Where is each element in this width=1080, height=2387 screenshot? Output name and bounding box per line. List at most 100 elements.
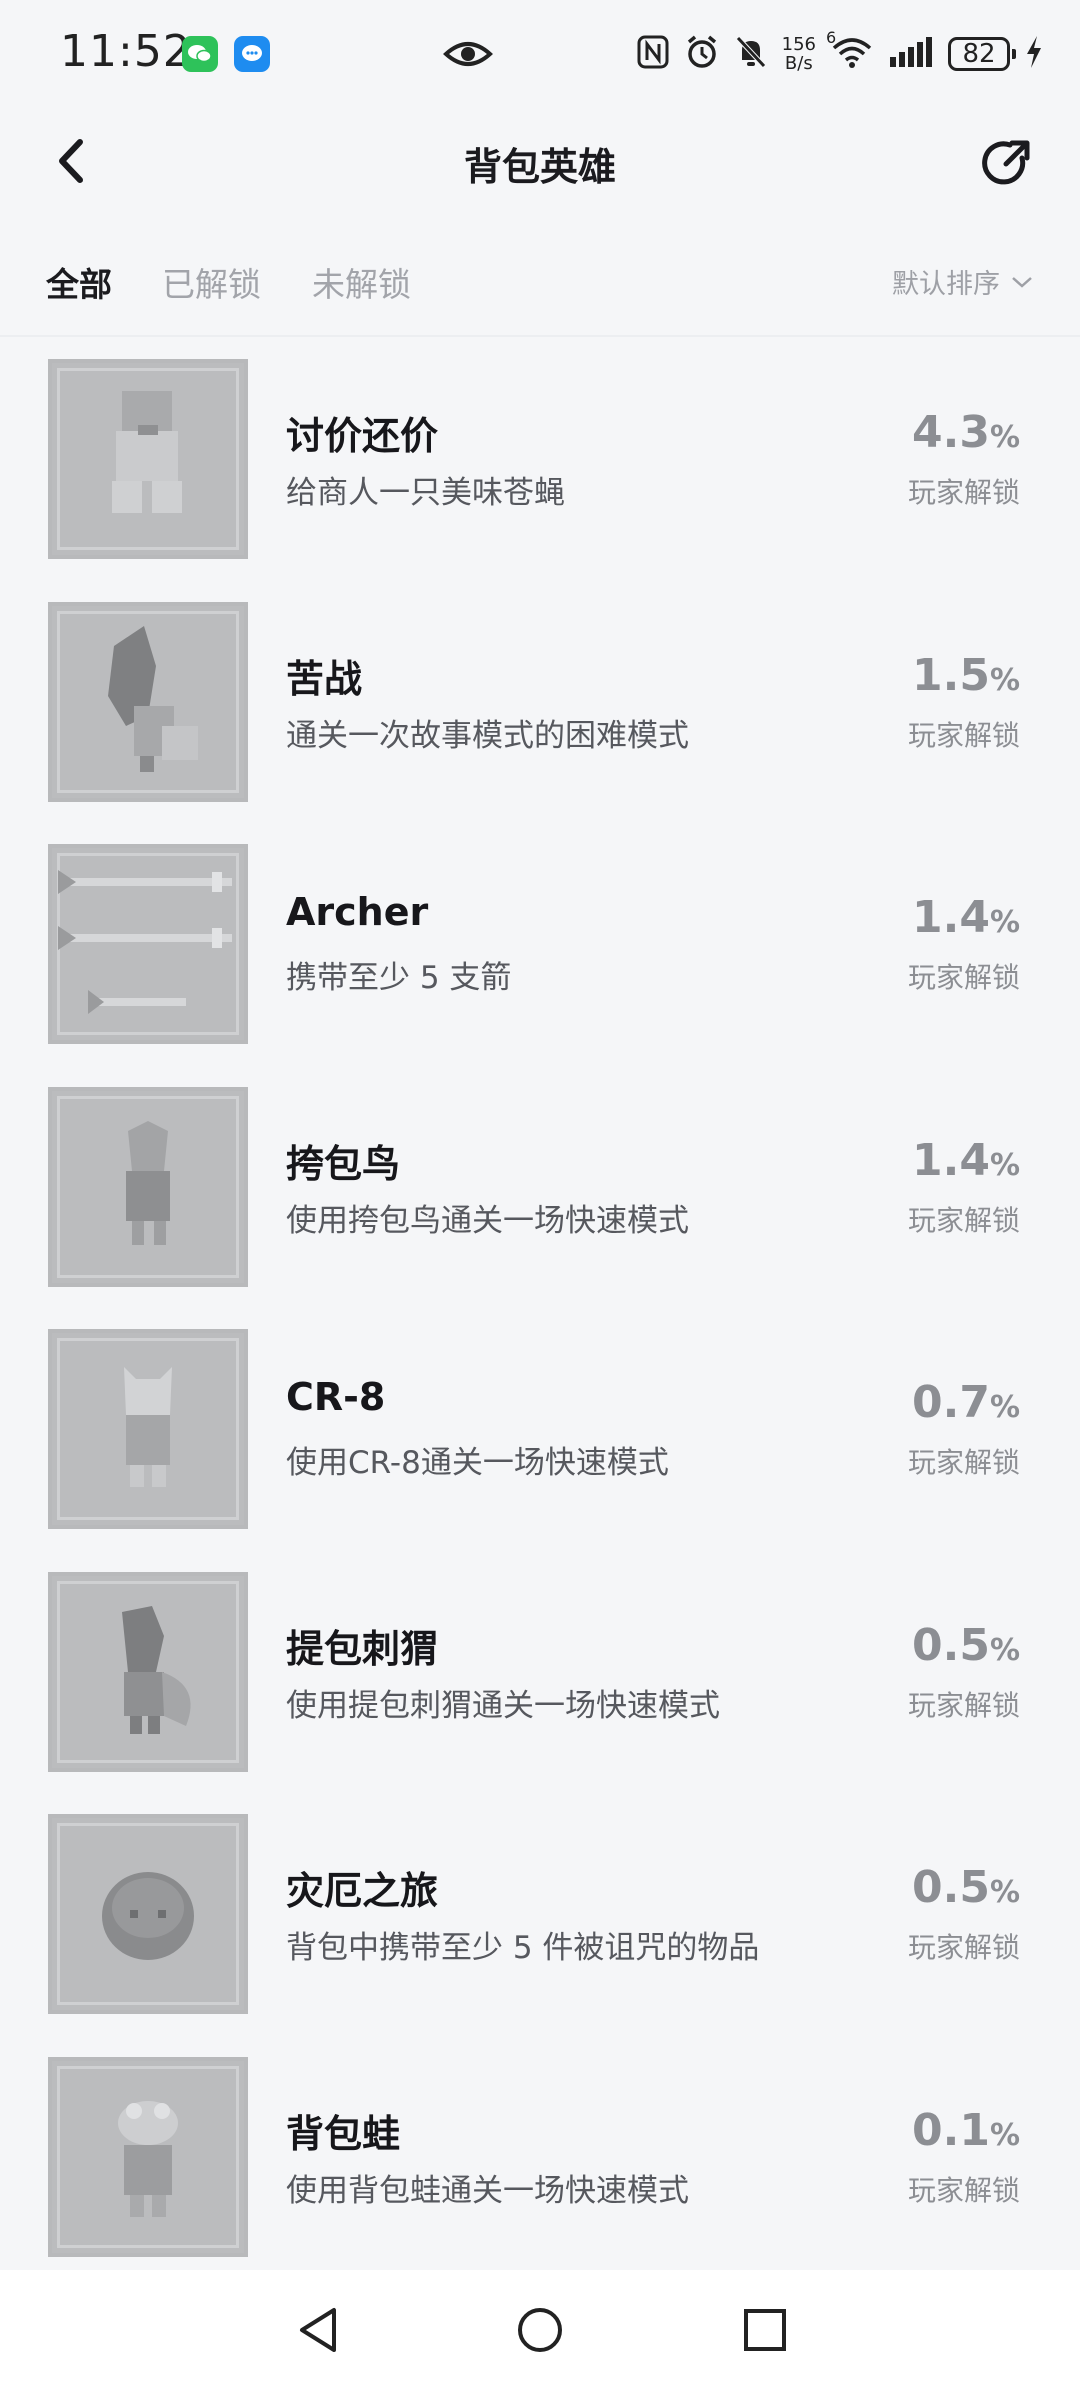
unlock-percentage: 0.5% bbox=[912, 1620, 1020, 1671]
bird-sprite-icon bbox=[126, 1120, 170, 1245]
achievement-title: 挎包鸟 bbox=[286, 1141, 401, 1186]
achievement-thumbnail bbox=[48, 1329, 248, 1529]
achievement-description: 使用挎包鸟通关一场快速模式 bbox=[286, 1202, 689, 1239]
tab-locked[interactable]: 未解锁 bbox=[312, 258, 411, 306]
achievement-row[interactable]: Archer 携带至少 5 支箭 1.4% 玩家解锁 bbox=[0, 840, 1080, 1083]
achievement-title: Archer bbox=[286, 890, 429, 934]
cursed-blob-sprite-icon bbox=[102, 1872, 194, 1960]
unlock-label: 玩家解锁 bbox=[907, 476, 1020, 509]
status-bar: 11:52 156 B/s 6 82 bbox=[0, 0, 1080, 108]
share-icon bbox=[982, 140, 1030, 185]
achievement-thumbnail bbox=[48, 1814, 248, 2014]
share-button[interactable] bbox=[972, 128, 1042, 198]
achievement-thumbnail bbox=[48, 844, 248, 1044]
signal-icon bbox=[888, 35, 934, 73]
unlock-percentage: 4.3% bbox=[912, 407, 1020, 458]
achievement-title: 苦战 bbox=[286, 656, 363, 701]
tab-all[interactable]: 全部 bbox=[46, 258, 112, 306]
achievement-title: 灾厄之旅 bbox=[286, 1869, 439, 1913]
unlock-label: 玩家解锁 bbox=[907, 718, 1020, 752]
nfc-icon bbox=[636, 34, 670, 74]
achievement-thumbnail bbox=[48, 1571, 248, 1772]
arrows-sprite-icon bbox=[58, 870, 232, 1014]
achievement-description: 使用提包刺猬通关一场快速模式 bbox=[286, 1687, 720, 1724]
charging-icon bbox=[1024, 34, 1044, 74]
achievement-row[interactable]: 讨价还价 给商人一只美味苍蝇 4.3% 玩家解锁 bbox=[0, 355, 1080, 598]
achievement-description: 给商人一只美味苍蝇 bbox=[286, 475, 565, 511]
achievement-row[interactable]: CR-8 使用CR-8通关一场快速模式 0.7% 玩家解锁 bbox=[0, 1325, 1080, 1568]
percent-sign: % bbox=[989, 420, 1020, 455]
warrior-sprite-icon bbox=[108, 625, 198, 772]
achievement-row[interactable]: 背包蛙 使用背包蛙通关一场快速模式 0.1% 玩家解锁 bbox=[0, 2053, 1080, 2296]
unlock-label: 玩家解锁 bbox=[907, 1688, 1020, 1722]
achievement-thumbnail bbox=[48, 1086, 248, 1287]
wifi-icon: 6 bbox=[826, 28, 874, 74]
achievement-row[interactable]: 苦战 通关一次故事模式的困难模式 1.5% 玩家解锁 bbox=[0, 598, 1080, 841]
app-header: 背包英雄 bbox=[0, 108, 1080, 214]
clock: 11:52 bbox=[60, 26, 192, 77]
unlock-percentage: 0.5% bbox=[912, 1862, 1020, 1913]
wifi-badge: 6 bbox=[826, 28, 837, 47]
achievement-row[interactable]: 挎包鸟 使用挎包鸟通关一场快速模式 1.4% 玩家解锁 bbox=[0, 1083, 1080, 1326]
circle-home-icon bbox=[518, 2308, 562, 2352]
net-speed: 156 B/s bbox=[782, 35, 816, 73]
achievement-description: 使用背包蛙通关一场快速模式 bbox=[286, 2172, 689, 2209]
percent-sign: % bbox=[989, 662, 1020, 698]
achievement-thumbnail bbox=[48, 601, 248, 802]
achievement-description: 携带至少 5 支箭 bbox=[286, 960, 512, 996]
merchant-sprite-icon bbox=[112, 391, 182, 513]
battery-icon: 82 bbox=[948, 37, 1016, 71]
nav-home-button[interactable] bbox=[510, 2300, 570, 2360]
unlock-percentage: 1.4% bbox=[912, 892, 1020, 943]
tab-unlocked[interactable]: 已解锁 bbox=[162, 258, 261, 306]
frog-sprite-icon bbox=[118, 2100, 178, 2217]
achievement-description: 通关一次故事模式的困难模式 bbox=[286, 717, 689, 754]
achievement-list: 讨价还价 给商人一只美味苍蝇 4.3% 玩家解锁 苦战 通关一次故事模式的困难模… bbox=[0, 355, 1080, 2295]
filter-tabs: 全部 已解锁 未解锁 默认排序 bbox=[0, 240, 1080, 320]
percent-value: 4.3 bbox=[911, 407, 990, 458]
unlock-label: 玩家解锁 bbox=[907, 1931, 1020, 1964]
mute-icon bbox=[734, 34, 768, 74]
chevron-down-icon bbox=[1012, 276, 1032, 288]
percent-sign: % bbox=[989, 1875, 1020, 1910]
square-recents-icon bbox=[744, 2309, 786, 2351]
unlock-label: 玩家解锁 bbox=[907, 1446, 1020, 1479]
net-speed-value: 156 bbox=[781, 34, 816, 55]
achievement-row[interactable]: 提包刺猬 使用提包刺猬通关一场快速模式 0.5% 玩家解锁 bbox=[0, 1568, 1080, 1811]
percent-sign: % bbox=[989, 905, 1020, 940]
nav-back-button[interactable] bbox=[290, 2300, 350, 2360]
unlock-percentage: 1.5% bbox=[912, 650, 1020, 701]
divider bbox=[0, 335, 1080, 337]
achievement-description: 背包中携带至少 5 件被诅咒的物品 bbox=[286, 1930, 760, 1966]
status-icons: 156 B/s 6 82 bbox=[636, 28, 1044, 78]
percent-value: 0.7 bbox=[911, 1377, 990, 1428]
percent-value: 0.5 bbox=[911, 1862, 990, 1913]
percent-sign: % bbox=[989, 1147, 1020, 1183]
achievement-title: CR-8 bbox=[286, 1375, 386, 1419]
unlock-percentage: 0.1% bbox=[912, 2105, 1020, 2156]
system-nav-bar bbox=[0, 2270, 1080, 2387]
hedgehog-sprite-icon bbox=[122, 1605, 191, 1734]
percent-value: 1.4 bbox=[911, 1134, 990, 1186]
page-title: 背包英雄 bbox=[463, 145, 616, 189]
sort-label: 默认排序 bbox=[892, 269, 1000, 300]
unlock-percentage: 0.7% bbox=[912, 1377, 1020, 1428]
percent-value: 1.5 bbox=[911, 649, 990, 701]
achievement-row[interactable]: 灾厄之旅 背包中携带至少 5 件被诅咒的物品 0.5% 玩家解锁 bbox=[0, 1810, 1080, 2053]
percent-sign: % bbox=[989, 2117, 1020, 2153]
unlock-label: 玩家解锁 bbox=[907, 2173, 1020, 2207]
unlock-percentage: 1.4% bbox=[912, 1135, 1020, 1186]
alarm-icon bbox=[684, 34, 720, 74]
wechat-icon bbox=[182, 36, 218, 72]
sort-dropdown[interactable]: 默认排序 bbox=[892, 262, 1034, 301]
percent-value: 0.1 bbox=[911, 2104, 990, 2156]
achievement-thumbnail bbox=[48, 2056, 248, 2257]
achievement-description: 使用CR-8通关一场快速模式 bbox=[286, 1445, 669, 1481]
percent-sign: % bbox=[989, 1632, 1020, 1668]
message-icon bbox=[234, 36, 270, 72]
achievement-thumbnail bbox=[48, 359, 248, 559]
nav-recents-button[interactable] bbox=[735, 2300, 795, 2360]
net-speed-unit: B/s bbox=[784, 53, 813, 74]
achievement-title: 讨价还价 bbox=[286, 414, 439, 458]
percent-value: 0.5 bbox=[911, 1619, 990, 1671]
